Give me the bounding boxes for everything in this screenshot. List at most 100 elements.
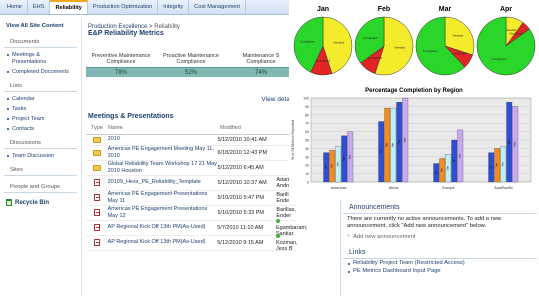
table-row[interactable]: AP Regional Kick Off 13th PM(As-Used) 5/1…	[86, 233, 298, 252]
nav-item-tasks[interactable]: Tasks	[0, 104, 81, 114]
row-type	[86, 209, 108, 216]
kpi-header-proactive: Proactive Maintenance Compliance	[163, 53, 219, 65]
tab-reliability[interactable]: Reliability	[50, 0, 88, 14]
bar-series-label: Mar	[502, 162, 505, 166]
x-tick-label: Europe	[442, 186, 454, 190]
nav-item-meetings-presentations[interactable]: Meetings & Presentations	[0, 50, 81, 67]
tab-home[interactable]: Home	[2, 0, 28, 14]
nav-heading-sites[interactable]: Sites	[4, 161, 77, 176]
row-modified: 5/7/2010 11:10 AM	[217, 224, 264, 231]
bar-series-label: Apr	[398, 140, 401, 144]
row-name[interactable]: Global Reliability Team Workshop 17 21 M…	[108, 161, 218, 174]
bar-series-label: Jan	[325, 165, 328, 170]
row-name[interactable]: Americas PE Engagement Meeting May 11, 2…	[108, 146, 218, 159]
table-row[interactable]: Global Reliability Team Workshop 17 21 M…	[86, 161, 296, 176]
table-row[interactable]: Americas PE Engagement Presentations May…	[86, 191, 296, 206]
y-axis-label: % of Till Metrics Reported	[291, 120, 295, 160]
x-tick-label: Africa	[389, 186, 400, 190]
kpi-panel: Preventive Maintenance Compliance Proact…	[86, 53, 296, 77]
document-icon	[93, 209, 100, 216]
main-content: Production Excellence > Reliability E&P …	[86, 18, 308, 296]
bar-series-label: Apr	[508, 140, 511, 144]
y-tick-label: 60	[305, 130, 309, 134]
pie-title: Mar	[439, 6, 452, 13]
y-tick-label: 10	[305, 172, 309, 176]
nav-heading-lists[interactable]: Lists	[4, 77, 77, 92]
row-name[interactable]: 20109_Hess_PE_Reliability_Template	[108, 179, 218, 186]
table-row[interactable]: AP Regional Kick Off 13th PM(As-Used) 5/7…	[86, 218, 308, 237]
document-icon	[93, 194, 100, 201]
kpi-header-preventive: Preventive Maintenance Compliance	[91, 53, 151, 65]
breadcrumb: Production Excellence > Reliability	[86, 18, 296, 30]
tab-cost-management[interactable]: Cost Management	[189, 0, 246, 14]
link-reliability-project-team[interactable]: Reliability Project Team (Restricted Acc…	[341, 259, 539, 267]
row-modified-by[interactable]: Kozman, Jess B	[276, 233, 298, 252]
metrics-section-title: E&P Reliability Metrics	[88, 30, 164, 37]
row-modified: 5/12/2010 10:41 AM	[217, 136, 267, 143]
nav-item-contacts[interactable]: Contacts	[0, 124, 81, 134]
nav-item-team-discussion[interactable]: Team Discussion	[0, 151, 81, 161]
row-type	[86, 164, 108, 171]
tab-production-optimization[interactable]: Production Optimization	[88, 0, 159, 14]
row-type	[86, 239, 108, 246]
recycle-bin-link[interactable]: Recycle Bin	[0, 195, 81, 210]
y-tick-label: 100	[303, 97, 309, 101]
link-pe-metrics-dashboard[interactable]: PE Metrics Dashboard Input Page	[341, 267, 539, 275]
document-icon	[93, 179, 100, 186]
view-all-site-content-link[interactable]: View All Site Content	[0, 18, 81, 33]
bar-series-label: Jan	[435, 170, 438, 175]
bar-series-label: Apr	[343, 157, 346, 161]
top-nav: Home EHS Reliability Production Optimiza…	[0, 0, 300, 15]
tab-integrity[interactable]: Integrity	[158, 0, 190, 14]
row-name[interactable]: AP Regional Kick Off 13th PM(As-Used)	[108, 239, 218, 246]
col-modified[interactable]: Modified	[220, 125, 280, 132]
links-title[interactable]: Links	[343, 245, 537, 259]
col-name[interactable]: Name	[108, 125, 220, 132]
row-modified-by[interactable]: Barillas, Ender	[276, 207, 296, 219]
bar-series-label: May	[514, 141, 517, 146]
bar-series-label: Feb	[331, 163, 334, 168]
bar-series-label: Apr	[453, 159, 456, 163]
tab-ehs[interactable]: EHS	[28, 0, 51, 14]
announcements-empty-text: There are currently no active announceme…	[347, 216, 502, 229]
left-nav: View All Site Content Documents Meetings…	[0, 18, 82, 296]
x-tick-label: AsiaPacific	[494, 186, 513, 190]
add-announcement-link[interactable]: Add new announcement	[341, 232, 539, 242]
bar-series-label: May	[349, 154, 352, 159]
row-name[interactable]: Americas PE Engagement Presentations May…	[108, 206, 218, 219]
pie-slice-label: Completed	[492, 57, 507, 61]
pie-slice-label: Completed	[423, 49, 438, 53]
nav-item-project-team[interactable]: Project Team	[0, 114, 81, 124]
table-row[interactable]: Americas PE Engagement Presentations May…	[86, 206, 296, 221]
table-header: Type Name Modified	[86, 125, 296, 135]
table-row[interactable]: 20109_Hess_PE_Reliability_Template 5/12/2…	[86, 176, 296, 191]
bar-series-label: Jan	[490, 165, 493, 170]
pie-title: Feb	[378, 6, 390, 13]
meetings-title[interactable]: Meetings & Presentations	[88, 113, 174, 120]
nav-heading-people-groups[interactable]: People and Groups	[4, 178, 77, 193]
nav-item-calendar[interactable]: Calendar	[0, 94, 81, 104]
recycle-bin-label: Recycle Bin	[15, 199, 50, 206]
bar-series-label: Mar	[447, 166, 450, 170]
nav-heading-documents[interactable]: Documents	[4, 33, 77, 48]
col-type[interactable]: Type	[86, 125, 108, 132]
row-type	[86, 136, 108, 143]
announcements-title[interactable]: Announcements	[343, 200, 537, 214]
row-name[interactable]: Americas PE Engagement Presentations May…	[108, 191, 218, 204]
row-modified: 6/18/2010 12:43 PM	[217, 149, 268, 156]
kpi-value-proactive: 52%	[184, 70, 197, 76]
pie-slice-label: Needed	[333, 41, 344, 45]
row-name[interactable]: AP Regional Kick Off 13th PM(As-Used)	[108, 224, 218, 231]
nav-heading-discussions[interactable]: Discussions	[4, 134, 77, 149]
row-name[interactable]: 2010	[108, 136, 218, 143]
document-table: Type Name Modified 2010 5/12/2010 10:41 A…	[86, 125, 308, 252]
pie-title: Apr	[500, 6, 512, 13]
pie-slice-label: Completed	[363, 36, 378, 40]
nav-item-completed-documents[interactable]: Completed Documents	[0, 67, 81, 77]
kpi-value-preventive: 78%	[114, 70, 127, 76]
y-tick-label: 80	[305, 113, 309, 117]
table-row[interactable]: 2010 5/12/2010 10:41 AM	[86, 135, 296, 146]
table-row[interactable]: Americas PE Engagement Meeting May 11, 2…	[86, 146, 296, 161]
folder-icon	[92, 149, 101, 156]
bar-series-label: May	[404, 137, 407, 142]
